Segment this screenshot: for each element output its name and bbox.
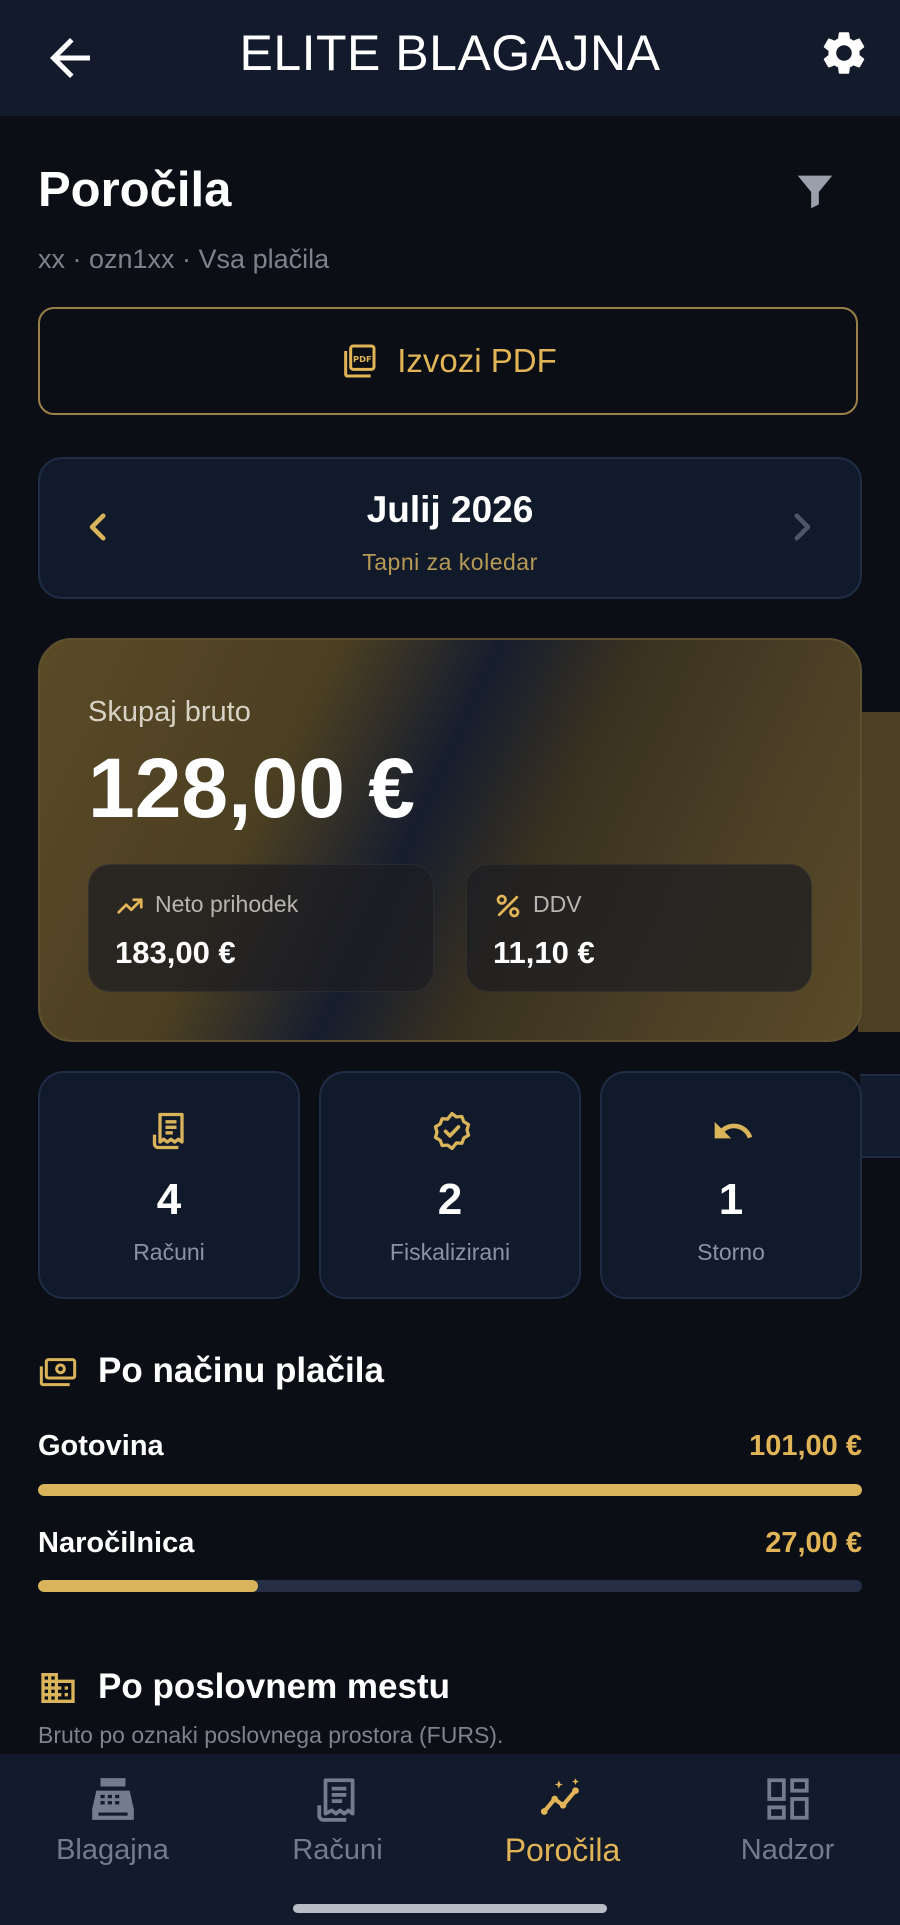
net-income-card: Neto prihodek 183,00 € xyxy=(88,864,434,992)
receipt-icon xyxy=(152,1112,184,1150)
app-title: ELITE BLAGAJNA xyxy=(239,25,661,81)
building-icon xyxy=(41,1673,75,1703)
total-gross-card: Skupaj bruto 128,00 € Neto prihodek 183,… xyxy=(38,638,862,1042)
net-income-value: 183,00 € xyxy=(115,935,236,970)
payment-row-label: Gotovina xyxy=(38,1430,164,1462)
gear-icon[interactable] xyxy=(818,27,870,79)
vat-value: 11,10 € xyxy=(493,935,595,970)
nav-item-nadzor[interactable]: Nadzor xyxy=(675,1754,900,1925)
home-indicator[interactable] xyxy=(293,1904,607,1913)
receipt-icon xyxy=(317,1778,355,1822)
stat-label: Računi xyxy=(133,1239,205,1265)
page-subtitle: xx · ozn1xx · Vsa plačila xyxy=(38,244,330,274)
payment-row-label: Naročilnica xyxy=(38,1527,195,1559)
stat-card-fiscalized[interactable]: 2 Fiskalizirani xyxy=(319,1071,581,1299)
pdf-icon: PDF xyxy=(344,344,376,378)
insights-icon xyxy=(540,1778,580,1815)
nav-label: Poročila xyxy=(504,1832,621,1868)
stat-value: 1 xyxy=(718,1175,744,1224)
payments-section-title: Po načinu plačila xyxy=(98,1351,384,1390)
stat-label: Fiskalizirani xyxy=(389,1239,511,1265)
dashboard-icon xyxy=(767,1778,809,1820)
nav-item-porocila[interactable]: Poročila xyxy=(450,1754,675,1925)
export-pdf-label: Izvozi PDF xyxy=(397,342,557,379)
percent-icon xyxy=(496,894,520,918)
net-income-label: Neto prihodek xyxy=(155,891,299,917)
chevron-right-icon[interactable] xyxy=(784,509,820,545)
stat-card-storno[interactable]: 1 Storno xyxy=(600,1071,862,1299)
app-bar: ELITE BLAGAJNA xyxy=(0,0,900,116)
vat-label: DDV xyxy=(533,891,582,917)
export-pdf-button[interactable]: PDF Izvozi PDF xyxy=(38,307,858,415)
nav-label: Nadzor xyxy=(740,1834,835,1866)
locations-section-subtitle: Bruto po oznaki poslovnega prostora (FUR… xyxy=(38,1722,504,1748)
bottom-navigation: Blagajna Računi Poročila Nadzor xyxy=(0,1754,900,1925)
payment-bar-fill xyxy=(38,1484,862,1496)
nav-label: Blagajna xyxy=(56,1834,169,1866)
next-card-peek xyxy=(858,712,900,1032)
month-title: Julij 2026 xyxy=(366,489,534,530)
stat-value: 4 xyxy=(156,1175,182,1224)
locations-section-title: Po poslovnem mestu xyxy=(98,1667,451,1706)
filter-icon[interactable] xyxy=(792,168,838,214)
trending-up-icon xyxy=(117,898,143,914)
stat-card-invoices[interactable]: 4 Računi xyxy=(38,1071,300,1299)
vat-card: DDV 11,10 € xyxy=(466,864,812,992)
payment-row-value: 27,00 € xyxy=(765,1527,862,1559)
verified-badge-icon xyxy=(433,1111,471,1151)
payment-bar xyxy=(38,1580,862,1592)
month-hint: Tapni za koledar xyxy=(362,549,538,575)
total-value: 128,00 € xyxy=(88,741,415,835)
page-title: Poročila xyxy=(38,163,232,217)
stat-value: 2 xyxy=(437,1175,463,1224)
payment-row-value: 101,00 € xyxy=(749,1430,862,1462)
next-stat-peek xyxy=(860,1074,900,1158)
payment-bar-fill xyxy=(38,1580,258,1592)
undo-icon xyxy=(714,1121,753,1139)
month-selector[interactable]: Julij 2026 Tapni za koledar xyxy=(38,457,862,599)
nav-item-racuni[interactable]: Računi xyxy=(225,1754,450,1925)
stat-label: Storno xyxy=(697,1239,765,1265)
svg-text:PDF: PDF xyxy=(353,354,372,364)
nav-item-blagajna[interactable]: Blagajna xyxy=(0,1754,225,1925)
cash-icon xyxy=(39,1358,77,1387)
total-label: Skupaj bruto xyxy=(88,696,251,728)
cash-register-icon xyxy=(92,1778,134,1820)
payment-bar xyxy=(38,1484,862,1496)
nav-label: Računi xyxy=(292,1834,383,1866)
